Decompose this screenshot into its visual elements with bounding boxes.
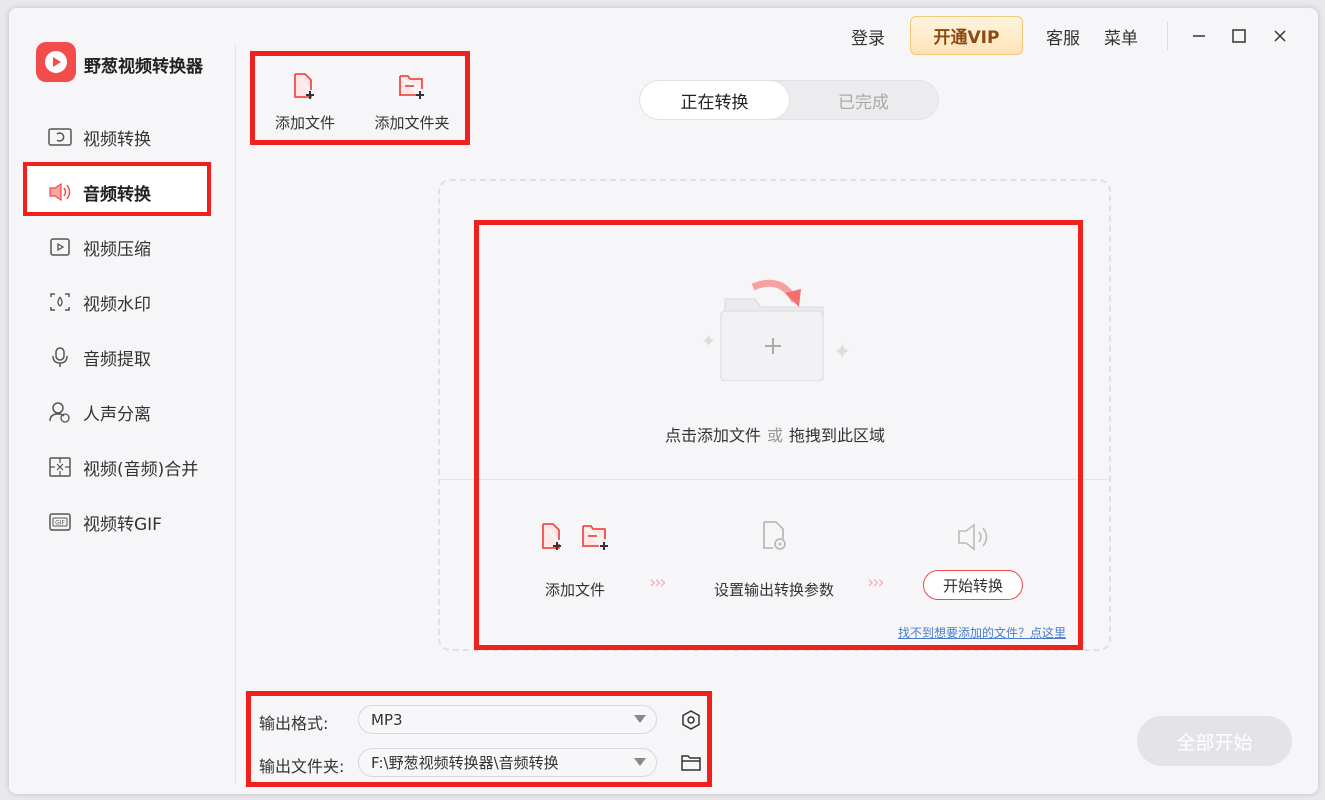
start-all-button[interactable]: 全部开始 [1137, 716, 1292, 766]
sidebar-item-video-compress[interactable]: 视频压缩 [47, 230, 151, 264]
sidebar-item-label: 视频转换 [83, 129, 151, 150]
output-format-select[interactable]: MP3 [358, 705, 657, 734]
sidebar-item-label: 视频水印 [83, 294, 151, 315]
vocal-separate-icon [47, 399, 73, 425]
add-folder-label: 添加文件夹 [374, 114, 450, 132]
video-convert-icon [47, 124, 73, 150]
status-tabs: 正在转换 已完成 [639, 80, 939, 120]
start-convert-button[interactable]: 开始转换 [923, 570, 1023, 600]
sidebar-item-merge[interactable]: 视频(音频)合并 [47, 450, 198, 484]
video-watermark-icon [47, 289, 73, 315]
drop-divider [440, 479, 1110, 480]
add-folder-button[interactable]: 添加文件夹 [367, 72, 457, 132]
step-settings-label: 设置输出转换参数 [714, 581, 835, 599]
drop-hint-drag: 拖拽到此区域 [789, 426, 886, 445]
login-link[interactable]: 登录 [851, 24, 885, 49]
step-arrow-1: ››› [649, 572, 667, 593]
sidebar-item-video-to-gif[interactable]: GIF 视频转GIF [47, 505, 162, 539]
add-file-label: 添加文件 [274, 114, 335, 132]
minimize-icon[interactable] [1185, 22, 1213, 50]
add-file-icon [292, 72, 318, 104]
sidebar-item-label: 人声分离 [83, 404, 151, 425]
output-folder-select[interactable]: F:\野葱视频转换器\音频转换 [358, 748, 657, 777]
drop-hint-click: 点击添加文件 [664, 426, 761, 445]
output-format-label: 输出格式: [259, 714, 329, 733]
output-format-value: MP3 [371, 710, 403, 729]
open-folder-icon[interactable] [679, 751, 703, 775]
add-file-button[interactable]: 添加文件 [260, 72, 350, 132]
audio-convert-icon [47, 179, 73, 205]
close-icon[interactable] [1266, 22, 1294, 50]
sidebar: 野葱视频转换器 视频转换 音频转换 视频压缩 视频水印 音频提取 人声分离 视频… [9, 8, 235, 794]
svg-text:✦: ✦ [701, 331, 716, 352]
app-logo-icon [36, 42, 76, 82]
audio-extract-icon [47, 344, 73, 370]
sidebar-item-video-convert[interactable]: 视频转换 [47, 120, 151, 154]
folder-add-icon: ✦ ✦ [695, 271, 855, 385]
sidebar-divider [235, 44, 236, 784]
output-folder-label: 输出文件夹: [259, 757, 345, 776]
maximize-icon[interactable] [1225, 22, 1253, 50]
sidebar-item-video-watermark[interactable]: 视频水印 [47, 285, 151, 319]
window-controls-divider [1167, 22, 1168, 50]
chevron-down-icon [634, 715, 646, 723]
sidebar-item-label: 视频(音频)合并 [83, 459, 199, 480]
audio-start-icon [957, 523, 991, 555]
add-folder-icon [398, 72, 426, 104]
settings-doc-icon [761, 520, 789, 556]
support-link[interactable]: 客服 [1046, 24, 1080, 49]
sidebar-item-vocal-separate[interactable]: 人声分离 [47, 395, 151, 429]
video-compress-icon [47, 234, 73, 260]
gif-icon: GIF [47, 509, 73, 535]
sidebar-item-label: 音频转换 [83, 184, 151, 205]
drop-hint-or: 或 [766, 426, 783, 445]
tab-completed[interactable]: 已完成 [789, 81, 938, 119]
step-add-file-label: 添加文件 [545, 581, 606, 599]
menu-link[interactable]: 菜单 [1104, 24, 1138, 49]
sidebar-item-label: 视频转GIF [83, 514, 162, 535]
output-folder-value: F:\野葱视频转换器\音频转换 [371, 754, 559, 772]
app-name: 野葱视频转换器 [84, 57, 203, 77]
svg-text:✦: ✦ [833, 340, 851, 365]
svg-text:GIF: GIF [55, 520, 65, 527]
drop-hint: 点击添加文件或拖拽到此区域 [439, 422, 1111, 446]
step-add-file-icon [539, 520, 619, 560]
step-arrow-2: ››› [867, 572, 885, 593]
help-link[interactable]: 找不到想要添加的文件？点这里 [898, 624, 1066, 641]
sidebar-item-label: 视频压缩 [83, 239, 151, 260]
sidebar-item-audio-convert[interactable]: 音频转换 [47, 175, 151, 209]
sidebar-item-label: 音频提取 [83, 349, 151, 370]
app-window: 野葱视频转换器 视频转换 音频转换 视频压缩 视频水印 音频提取 人声分离 视频… [9, 8, 1318, 794]
tab-converting[interactable]: 正在转换 [640, 81, 789, 119]
chevron-down-icon [634, 758, 646, 766]
format-settings-icon[interactable] [679, 708, 703, 732]
vip-button[interactable]: 开通VIP [910, 16, 1023, 55]
sidebar-item-audio-extract[interactable]: 音频提取 [47, 340, 151, 374]
merge-icon [47, 454, 73, 480]
